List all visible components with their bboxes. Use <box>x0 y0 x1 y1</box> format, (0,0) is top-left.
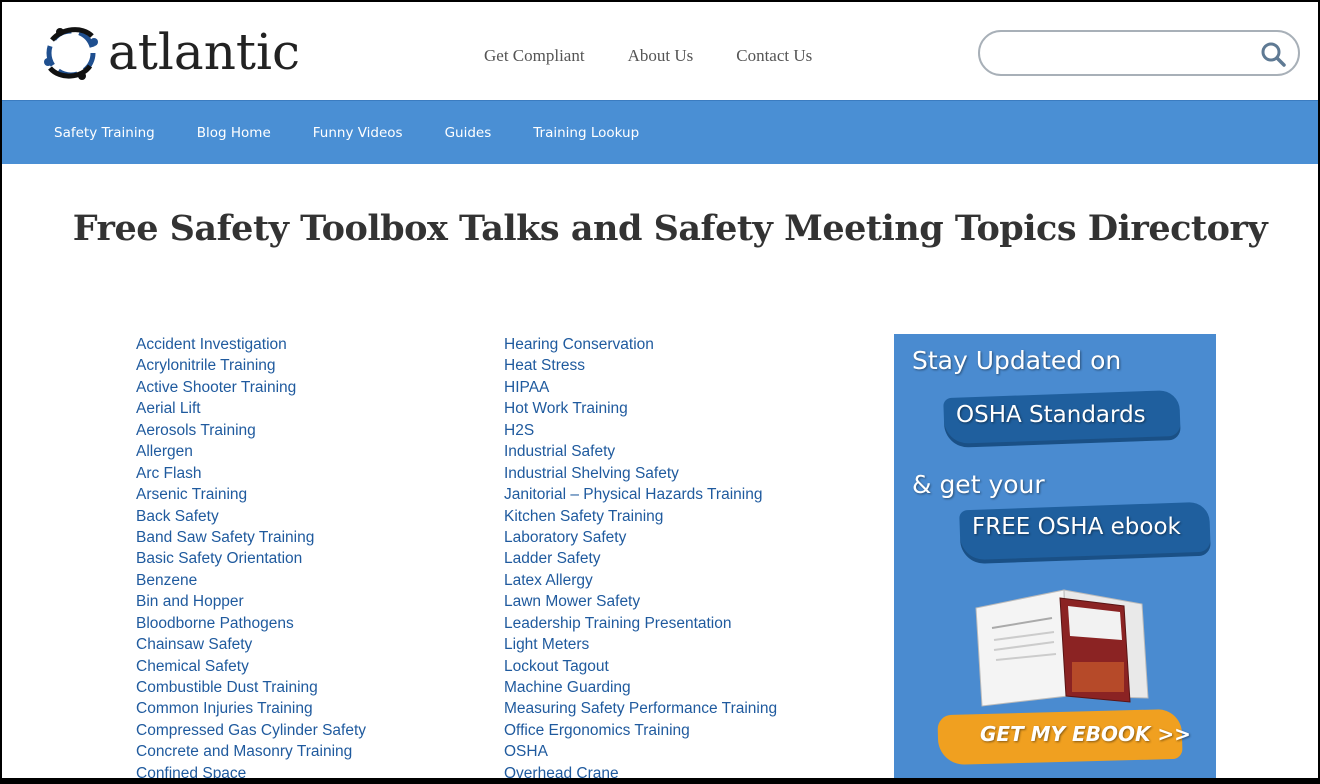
topic-link[interactable]: OSHA <box>504 741 777 762</box>
topic-link[interactable]: Band Saw Safety Training <box>136 527 366 548</box>
topic-link[interactable]: Light Meters <box>504 634 777 655</box>
top-nav: Get Compliant About Us Contact Us <box>484 46 855 66</box>
topic-link[interactable]: Back Safety <box>136 506 366 527</box>
topic-link[interactable]: Office Ergonomics Training <box>504 720 777 741</box>
topic-link[interactable]: Bin and Hopper <box>136 591 366 612</box>
main-nav-bar: Safety Training Blog Home Funny Videos G… <box>2 100 1318 164</box>
topic-link[interactable]: Bloodborne Pathogens <box>136 613 366 634</box>
topic-link[interactable]: Machine Guarding <box>504 677 777 698</box>
ebook-cover-image <box>975 589 1149 707</box>
topic-list-column-2: Hearing Conservation Heat Stress HIPAA Hot … <box>504 334 777 778</box>
banner-headline: Stay Updated on <box>912 346 1122 375</box>
topic-link[interactable]: Heat Stress <box>504 355 777 376</box>
topic-link[interactable]: Ladder Safety <box>504 548 777 569</box>
get-ebook-button[interactable]: GET MY EBOOK >> <box>980 722 1191 746</box>
topic-link[interactable]: Confined Space <box>136 763 366 778</box>
page: atlantic Get Compliant About Us Contact … <box>2 2 1318 778</box>
search-box[interactable] <box>978 30 1300 76</box>
topic-link[interactable]: Common Injuries Training <box>136 698 366 719</box>
topic-link[interactable]: Lockout Tagout <box>504 656 777 677</box>
main-nav-funny-videos[interactable]: Funny Videos <box>313 125 403 141</box>
topic-link[interactable]: Latex Allergy <box>504 570 777 591</box>
banner-subline: & get your <box>912 470 1045 499</box>
topic-link[interactable]: Arsenic Training <box>136 484 366 505</box>
main-nav-safety-training[interactable]: Safety Training <box>54 125 155 141</box>
topic-link[interactable]: Active Shooter Training <box>136 377 366 398</box>
topic-link[interactable]: HIPAA <box>504 377 777 398</box>
page-title: Free Safety Toolbox Talks and Safety Mee… <box>72 208 1268 249</box>
topic-link[interactable]: Benzene <box>136 570 366 591</box>
topic-link[interactable]: Compressed Gas Cylinder Safety <box>136 720 366 741</box>
topic-link[interactable]: Lawn Mower Safety <box>504 591 777 612</box>
topic-link[interactable]: Laboratory Safety <box>504 527 777 548</box>
ebook-banner-ad[interactable]: Stay Updated on OSHA Standards & get you… <box>894 334 1216 778</box>
topic-link[interactable]: Hearing Conservation <box>504 334 777 355</box>
topic-link[interactable]: Hot Work Training <box>504 398 777 419</box>
banner-highlight-osha-standards: OSHA Standards <box>956 402 1146 428</box>
banner-highlight-free-ebook: FREE OSHA ebook <box>972 514 1181 540</box>
main-nav-training-lookup[interactable]: Training Lookup <box>533 125 639 141</box>
topic-link[interactable]: Basic Safety Orientation <box>136 548 366 569</box>
topic-link[interactable]: Leadership Training Presentation <box>504 613 777 634</box>
topic-link[interactable]: Arc Flash <box>136 463 366 484</box>
topic-list-column-1: Accident Investigation Acrylonitrile Trai… <box>136 334 366 778</box>
site-logo[interactable]: atlantic <box>40 20 300 84</box>
search-icon[interactable] <box>1260 41 1286 67</box>
topic-link[interactable]: Kitchen Safety Training <box>504 506 777 527</box>
topic-link[interactable]: Accident Investigation <box>136 334 366 355</box>
nav-about-us[interactable]: About Us <box>628 46 694 66</box>
topic-link[interactable]: Acrylonitrile Training <box>136 355 366 376</box>
topic-link[interactable]: Measuring Safety Performance Training <box>504 698 777 719</box>
main-nav-guides[interactable]: Guides <box>445 125 492 141</box>
nav-contact-us[interactable]: Contact Us <box>736 46 812 66</box>
topic-link[interactable]: Janitorial – Physical Hazards Training <box>504 484 777 505</box>
topic-link[interactable]: Chainsaw Safety <box>136 634 366 655</box>
topic-link[interactable]: Aerosols Training <box>136 420 366 441</box>
topic-link[interactable]: Allergen <box>136 441 366 462</box>
logo-text: atlantic <box>108 23 300 81</box>
main-nav-blog-home[interactable]: Blog Home <box>197 125 271 141</box>
topic-link[interactable]: Aerial Lift <box>136 398 366 419</box>
topic-link[interactable]: Overhead Crane <box>504 763 777 778</box>
topic-link[interactable]: Concrete and Masonry Training <box>136 741 366 762</box>
topic-link[interactable]: Industrial Shelving Safety <box>504 463 777 484</box>
nav-get-compliant[interactable]: Get Compliant <box>484 46 585 66</box>
topic-link[interactable]: Combustible Dust Training <box>136 677 366 698</box>
atlantic-logo-icon <box>44 27 98 80</box>
topic-link[interactable]: H2S <box>504 420 777 441</box>
site-header: atlantic Get Compliant About Us Contact … <box>2 2 1318 100</box>
topic-link[interactable]: Chemical Safety <box>136 656 366 677</box>
topic-link[interactable]: Industrial Safety <box>504 441 777 462</box>
search-input[interactable] <box>996 40 1246 66</box>
